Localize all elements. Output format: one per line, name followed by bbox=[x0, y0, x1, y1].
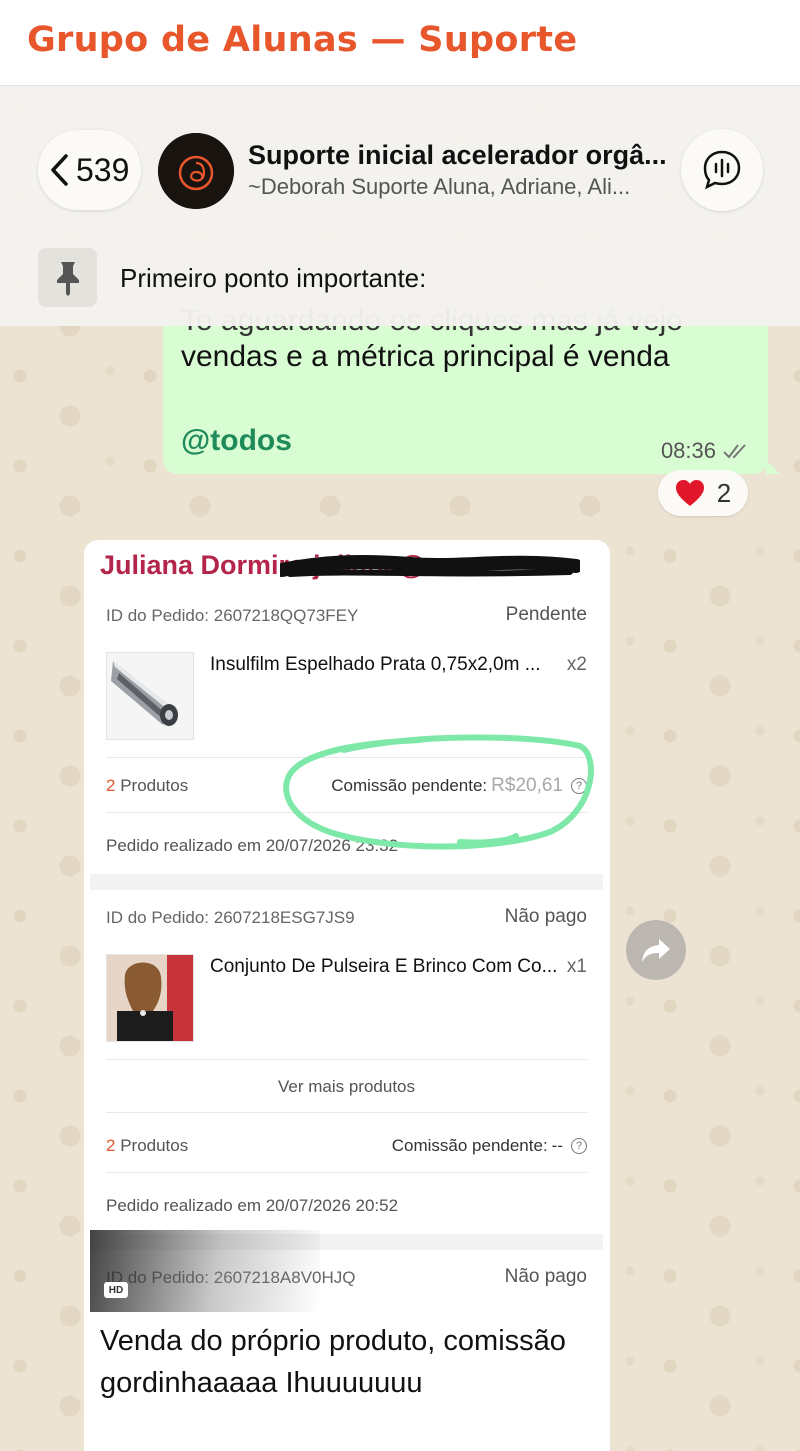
pinned-message-button[interactable] bbox=[38, 248, 97, 307]
jewelry-photo-image bbox=[107, 955, 193, 1041]
page-title: Grupo de Alunas — Suporte bbox=[27, 20, 578, 60]
message-meta: 08:36 bbox=[661, 438, 750, 464]
product-count-label: Produtos bbox=[115, 1136, 189, 1155]
pinned-message-text[interactable]: Primeiro ponto importante: bbox=[120, 263, 426, 294]
order-status: Não pago bbox=[504, 1266, 587, 1287]
message-caption: Venda do próprio produto, comissão gordi… bbox=[100, 1325, 566, 1399]
unread-count: 539 bbox=[76, 151, 130, 188]
voice-chat-button[interactable] bbox=[681, 129, 763, 211]
mention-todos[interactable]: @todos bbox=[181, 424, 292, 458]
divider bbox=[106, 1172, 587, 1173]
product-name[interactable]: Insulfilm Espelhado Prata 0,75x2,0m ... bbox=[210, 654, 541, 676]
outgoing-message-bubble[interactable]: To aguardando os cliques mas já vejo ven… bbox=[163, 304, 780, 474]
card-separator bbox=[90, 874, 603, 890]
forward-arrow-icon bbox=[642, 939, 670, 962]
hd-badge: HD bbox=[104, 1282, 128, 1298]
redaction-scribble bbox=[280, 555, 580, 577]
incoming-message-bubble[interactable]: Juliana Dormiro juliana@... ID do Pedido… bbox=[84, 540, 610, 1451]
reaction-badge[interactable]: 2 bbox=[658, 470, 748, 516]
order-card[interactable]: ID do Pedido: 2607218ESG7JS9 Não pago Co… bbox=[90, 890, 603, 1250]
product-image[interactable] bbox=[106, 652, 194, 740]
threads-logo-icon bbox=[158, 133, 234, 209]
order-id: ID do Pedido: 2607218ESG7JS9 bbox=[106, 908, 355, 927]
product-qty: x2 bbox=[566, 654, 587, 675]
commission-label: Comissão pendente: bbox=[391, 1136, 548, 1155]
heart-icon bbox=[675, 480, 704, 506]
group-name[interactable]: Suporte inicial acelerador orgâ... bbox=[248, 140, 668, 171]
product-count: 2 Produtos bbox=[106, 1136, 188, 1156]
product-count-label: Produtos bbox=[115, 776, 189, 795]
see-more-products-link[interactable]: Ver mais produtos bbox=[90, 1077, 603, 1097]
back-button[interactable]: 539 bbox=[38, 130, 141, 210]
divider bbox=[106, 1112, 587, 1113]
group-avatar[interactable] bbox=[158, 133, 234, 209]
commission-value: -- bbox=[551, 1136, 563, 1155]
order-id: ID do Pedido: 2607218QQ73FEY bbox=[106, 606, 359, 625]
film-roll-image bbox=[107, 653, 193, 739]
product-qty: x1 bbox=[566, 956, 587, 977]
group-participants[interactable]: ~Deborah Suporte Aluna, Adriane, Ali... bbox=[248, 174, 668, 200]
title-bar: Grupo de Alunas — Suporte bbox=[0, 0, 800, 86]
highlight-circle-annotation bbox=[283, 734, 594, 850]
divider bbox=[106, 1059, 587, 1060]
help-icon[interactable]: ? bbox=[571, 1138, 587, 1154]
product-count: 2 Produtos bbox=[106, 776, 188, 796]
message-text: vendas e a métrica principal é venda bbox=[181, 340, 670, 373]
reaction-count: 2 bbox=[716, 477, 732, 508]
product-image[interactable] bbox=[106, 954, 194, 1042]
order-status: Não pago bbox=[504, 906, 587, 927]
product-name[interactable]: Conjunto De Pulseira E Brinco Com Co... bbox=[210, 956, 557, 978]
image-shadow-overlay bbox=[90, 1230, 320, 1312]
commission-row: Comissão pendente: -- ? bbox=[392, 1136, 587, 1156]
order-status: Pendente bbox=[505, 604, 587, 625]
chevron-left-icon bbox=[51, 154, 68, 186]
order-date: Pedido realizado em 20/07/2026 20:52 bbox=[106, 1196, 399, 1215]
audio-wave-icon bbox=[703, 150, 741, 190]
message-time: 08:36 bbox=[660, 438, 716, 463]
double-check-icon bbox=[723, 444, 746, 459]
forward-button[interactable] bbox=[626, 920, 686, 980]
pin-icon bbox=[56, 261, 79, 296]
